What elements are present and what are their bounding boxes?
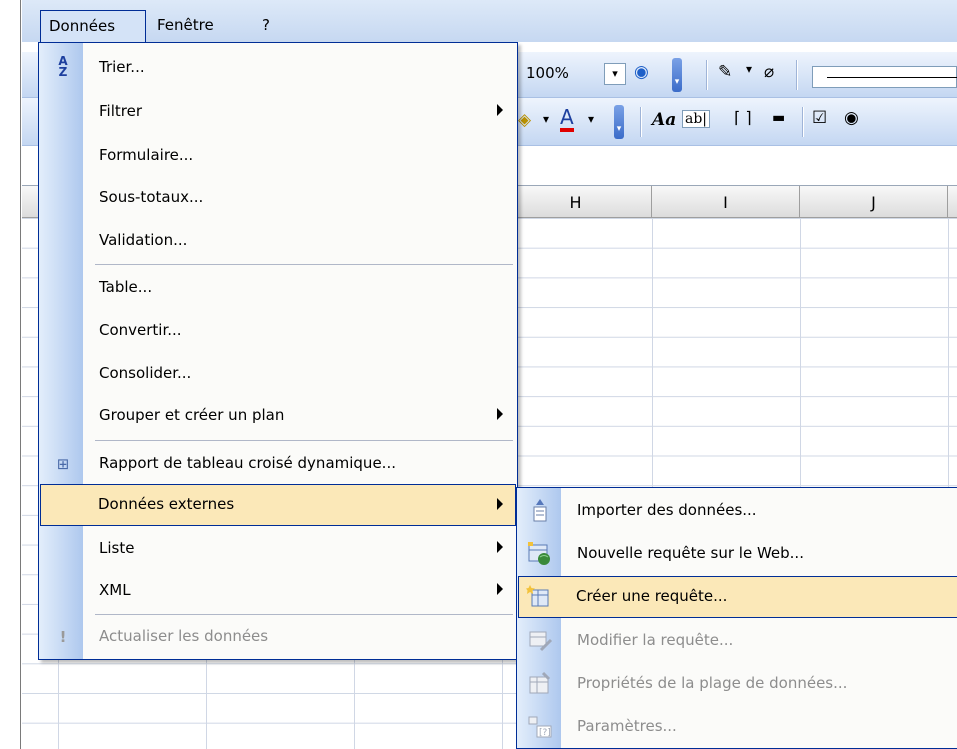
drawing-dropdown-icon[interactable]: ▾ [746, 62, 752, 76]
menu-item-donnees-externes[interactable]: Données externes [40, 484, 516, 526]
menu-item-grouper[interactable]: Grouper et créer un plan [41, 395, 515, 437]
menu-separator [95, 264, 513, 265]
zoom-value[interactable]: 100% [526, 64, 569, 82]
menu-item-rapport-tableau-croise[interactable]: ⊞ Rapport de tableau croisé dynamique... [41, 443, 515, 485]
menu-item-sous-totaux-label: Sous-totaux... [99, 188, 204, 206]
submenu-arrow-icon [497, 583, 503, 595]
column-header-i[interactable]: I [652, 186, 800, 218]
menu-item-formulaire-label: Formulaire... [99, 146, 194, 164]
donnees-menu: AZ Trier... Filtrer Formulaire... Sous-t… [38, 42, 518, 660]
menu-item-validation[interactable]: Validation... [41, 220, 515, 262]
menu-item-trier[interactable]: AZ Trier... [41, 47, 515, 89]
web-query-icon [528, 542, 550, 565]
toolbar-separator [796, 60, 798, 90]
menu-item-consolider[interactable]: Consolider... [41, 353, 515, 395]
submenu-item-proprietes-plage: Propriétés de la plage de données... [519, 663, 957, 705]
menu-item-table-label: Table... [99, 278, 153, 296]
refresh-exclamation-icon: ! [59, 628, 67, 646]
menu-item-table[interactable]: Table... [41, 267, 515, 309]
window-left-edge [0, 0, 22, 749]
label-control-icon[interactable]: Aa [652, 110, 676, 130]
range-properties-icon [529, 671, 551, 694]
menu-item-validation-label: Validation... [99, 231, 188, 249]
submenu-arrow-icon [497, 408, 503, 420]
menu-bar: Données Fenêtre ? [22, 0, 957, 42]
menu-donnees-label: Données [49, 17, 116, 35]
pivot-table-icon: ⊞ [56, 455, 70, 473]
menu-help-label: ? [262, 16, 270, 34]
edit-query-icon [529, 631, 553, 652]
drawing-icon[interactable]: ✎ [718, 62, 732, 82]
menu-item-actualiser-label: Actualiser les données [99, 627, 269, 645]
menu-item-xml-label: XML [99, 581, 131, 599]
submenu-item-requete-web-label: Nouvelle requête sur le Web... [577, 544, 804, 562]
sort-az-icon: AZ [58, 54, 68, 79]
fill-color-icon[interactable]: ◈ [518, 110, 531, 130]
submenu-item-importer-label: Importer des données... [577, 501, 757, 519]
menu-fenetre-label: Fenêtre [157, 16, 214, 34]
help-icon[interactable]: ◉ [634, 62, 649, 82]
line-style-box[interactable] [812, 66, 957, 88]
submenu-item-importer[interactable]: Importer des données... [519, 490, 957, 532]
submenu-arrow-icon [497, 541, 503, 553]
submenu-item-creer-requete-label: Créer une requête... [576, 587, 728, 605]
menu-item-convertir-label: Convertir... [99, 321, 182, 339]
import-data-icon [533, 499, 547, 522]
zoom-dropdown-icon[interactable]: ▾ [604, 63, 626, 85]
menu-donnees[interactable]: Données [40, 10, 146, 42]
text-box-control-icon[interactable]: ab| [682, 110, 711, 128]
svg-text:[?]: [?] [539, 728, 551, 738]
menu-item-rapport-label: Rapport de tableau croisé dynamique... [99, 454, 396, 472]
menu-item-formulaire[interactable]: Formulaire... [41, 135, 515, 177]
toolbar-options-chevron-icon[interactable]: ▾ [614, 105, 624, 139]
menu-item-actualiser: ! Actualiser les données [41, 616, 515, 658]
toolbar-separator [802, 107, 804, 137]
menu-item-liste-label: Liste [99, 539, 135, 557]
menu-item-convertir[interactable]: Convertir... [41, 310, 515, 352]
menu-help[interactable]: ? [254, 10, 278, 42]
menu-item-consolider-label: Consolider... [99, 364, 192, 382]
submenu-item-proprietes-plage-label: Propriétés de la plage de données... [577, 674, 848, 692]
menu-item-filtrer[interactable]: Filtrer [41, 91, 515, 133]
menu-item-filtrer-label: Filtrer [99, 102, 142, 120]
checkbox-control-icon[interactable]: ☑ [812, 108, 827, 128]
menu-separator [95, 440, 513, 441]
column-header-h[interactable]: H [500, 186, 652, 218]
toolbar-separator [706, 60, 708, 90]
parameters-icon: [?] [528, 716, 552, 738]
window-left-border [20, 0, 21, 749]
submenu-item-creer-requete[interactable]: Créer une requête... [518, 576, 957, 618]
submenu-item-requete-web[interactable]: Nouvelle requête sur le Web... [519, 533, 957, 575]
submenu-arrow-icon [497, 498, 503, 510]
menu-item-donnees-externes-label: Données externes [98, 495, 235, 513]
font-color-dropdown-icon[interactable]: ▾ [588, 112, 594, 126]
menu-item-grouper-label: Grouper et créer un plan [99, 406, 285, 424]
new-query-icon [526, 585, 549, 607]
menu-separator [95, 614, 513, 615]
line-style-sample [827, 77, 957, 78]
menu-item-sous-totaux[interactable]: Sous-totaux... [41, 177, 515, 219]
menu-item-liste[interactable]: Liste [41, 528, 515, 570]
submenu-item-parametres-label: Paramètres... [577, 717, 677, 735]
toolbar-separator [640, 107, 642, 137]
submenu-item-modifier-requete: Modifier la requête... [519, 620, 957, 662]
font-color-icon[interactable]: A [560, 106, 574, 132]
donnees-externes-submenu: Importer des données... Nouvelle requête… [516, 487, 957, 749]
toolbar-options-chevron-icon[interactable]: ▾ [672, 58, 682, 92]
menu-item-trier-label: Trier... [99, 58, 145, 76]
eraser-icon[interactable]: ⌀ [764, 62, 774, 82]
menu-fenetre[interactable]: Fenêtre [149, 10, 222, 42]
option-button-control-icon[interactable]: ◉ [844, 108, 859, 128]
submenu-item-modifier-requete-label: Modifier la requête... [577, 631, 734, 649]
group-box-control-icon[interactable]: ⌈ ⌉ [734, 108, 752, 127]
menu-item-xml[interactable]: XML [41, 570, 515, 612]
submenu-arrow-icon [497, 104, 503, 116]
button-control-icon[interactable]: ▬ [772, 110, 785, 126]
fill-color-dropdown-icon[interactable]: ▾ [543, 112, 549, 126]
submenu-item-parametres: [?] Paramètres... [519, 706, 957, 748]
column-header-j[interactable]: J [800, 186, 948, 218]
